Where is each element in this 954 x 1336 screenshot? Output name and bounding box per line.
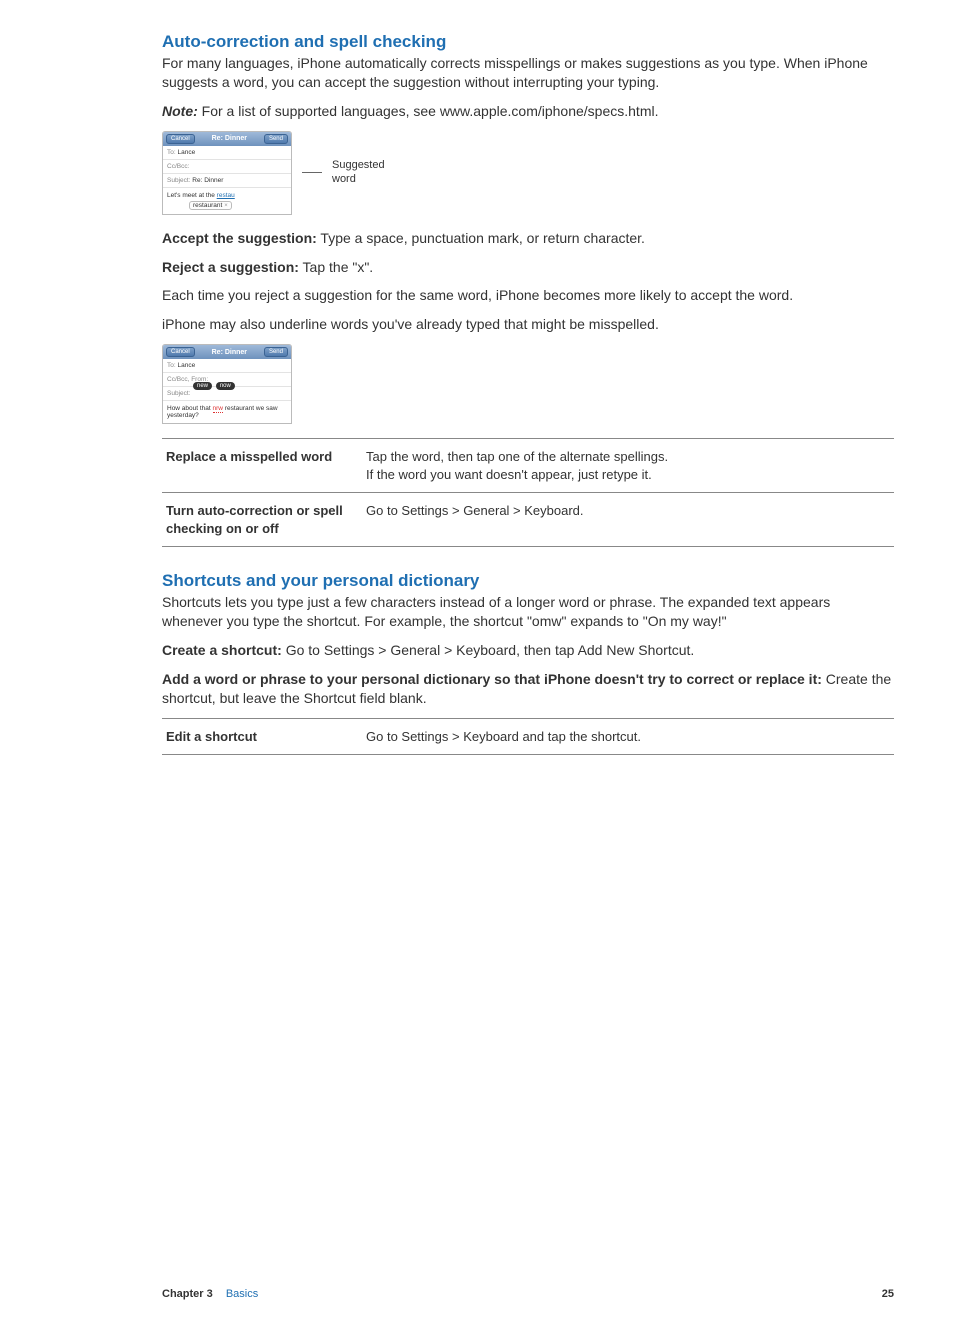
cancel-button[interactable]: Cancel (166, 134, 195, 144)
reject-body: Tap the "x". (299, 259, 373, 275)
ccbcc-row: Cc/Bcc: (163, 160, 291, 174)
callout-line1: Suggested (332, 159, 385, 171)
section-title-autocorrect: Auto-correction and spell checking (162, 32, 894, 52)
reject-suggestion: Reject a suggestion: Tap the "x". (162, 258, 894, 277)
send-button[interactable]: Send (264, 347, 288, 357)
footer-chapter: Chapter 3 (162, 1288, 213, 1300)
body-paragraph: For many languages, iPhone automatically… (162, 54, 894, 92)
create-label: Create a shortcut: (162, 642, 282, 658)
add-label: Add a word or phrase to your personal di… (162, 671, 822, 687)
body-paragraph: Shortcuts lets you type just a few chara… (162, 593, 894, 631)
reject-label: Reject a suggestion: (162, 259, 299, 275)
body-paragraph: iPhone may also underline words you've a… (162, 315, 894, 334)
table-row: Edit a shortcut Go to Settings > Keyboar… (162, 718, 894, 755)
callout-leader (302, 172, 322, 173)
typed-fragment: restau (217, 192, 235, 199)
to-row: To: Lance (163, 146, 291, 160)
table-left: Turn auto-correction or spell checking o… (162, 493, 362, 547)
accept-label: Accept the suggestion: (162, 230, 317, 246)
table-right-line1: Tap the word, then tap one of the altern… (366, 449, 668, 464)
compose-title: Re: Dinner (212, 349, 247, 356)
shortcut-table: Edit a shortcut Go to Settings > Keyboar… (162, 718, 894, 756)
body-pretext: Let's meet at the (167, 192, 217, 199)
note-paragraph: Note: For a list of supported languages,… (162, 102, 894, 121)
suggestion-pill[interactable]: now (216, 382, 235, 390)
actions-table: Replace a misspelled word Tap the word, … (162, 438, 894, 547)
footer-page-number: 25 (882, 1288, 894, 1300)
table-right: Go to Settings > Keyboard and tap the sh… (362, 718, 894, 755)
callout-line2: word (332, 173, 356, 185)
table-row: Replace a misspelled word Tap the word, … (162, 439, 894, 493)
reject-x-icon[interactable]: × (224, 203, 228, 209)
create-shortcut: Create a shortcut: Go to Settings > Gene… (162, 641, 894, 660)
to-label: To: (167, 362, 176, 369)
compose-body: How about that nrw restaurant we saw yes… (163, 401, 291, 423)
subject-row: Subject: new now (163, 387, 291, 401)
figure-misspelled: Cancel Re: Dinner Send To: Lance Cc/Bcc,… (162, 344, 894, 424)
note-label: Note: (162, 103, 198, 119)
misspelled-word[interactable]: nrw (213, 405, 223, 413)
subject-row: Subject: Re: Dinner (163, 174, 291, 188)
add-word: Add a word or phrase to your personal di… (162, 670, 894, 708)
subject-label: Subject: (167, 390, 191, 397)
table-left: Replace a misspelled word (162, 439, 362, 493)
to-row: To: Lance (163, 359, 291, 373)
callout-label: Suggested word (332, 159, 385, 185)
compose-mock-2: Cancel Re: Dinner Send To: Lance Cc/Bcc,… (162, 344, 292, 424)
section-title-shortcuts: Shortcuts and your personal dictionary (162, 571, 894, 591)
accept-suggestion: Accept the suggestion: Type a space, pun… (162, 229, 894, 248)
subject-label: Subject: (167, 177, 191, 184)
accept-body: Type a space, punctuation mark, or retur… (317, 230, 645, 246)
footer-section: Basics (226, 1288, 258, 1300)
suggestion-pill[interactable]: new (193, 382, 212, 390)
send-button[interactable]: Send (264, 134, 288, 144)
page-footer: Chapter 3 Basics 25 (162, 1288, 894, 1300)
table-right: Go to Settings > General > Keyboard. (362, 493, 894, 547)
table-left: Edit a shortcut (162, 718, 362, 755)
table-right-line2: If the word you want doesn't appear, jus… (366, 467, 652, 482)
note-body: For a list of supported languages, see w… (198, 103, 659, 119)
compose-title: Re: Dinner (212, 135, 247, 142)
cancel-button[interactable]: Cancel (166, 347, 195, 357)
compose-mock-1: Cancel Re: Dinner Send To: Lance Cc/Bcc:… (162, 131, 292, 215)
suggestion-text: restaurant (193, 202, 222, 209)
create-body: Go to Settings > General > Keyboard, the… (282, 642, 694, 658)
table-row: Turn auto-correction or spell checking o… (162, 493, 894, 547)
table-right: Tap the word, then tap one of the altern… (362, 439, 894, 493)
to-value: Lance (176, 362, 196, 369)
suggestion-bubble[interactable]: restaurant× (189, 201, 232, 210)
to-value: Lance (176, 149, 196, 156)
figure-suggested-word: Cancel Re: Dinner Send To: Lance Cc/Bcc:… (162, 131, 894, 215)
to-label: To: (167, 149, 176, 156)
body-pretext: How about that (167, 405, 213, 412)
body-paragraph: Each time you reject a suggestion for th… (162, 286, 894, 305)
compose-body: Let's meet at the restau restaurant× (163, 188, 291, 214)
subject-value: Re: Dinner (191, 177, 224, 184)
